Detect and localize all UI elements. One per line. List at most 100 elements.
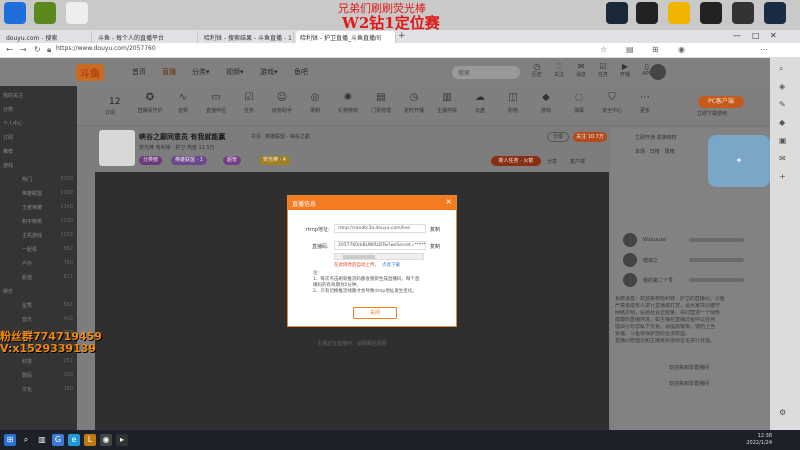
collections-icon[interactable]: ▤ [626,45,634,54]
tool-badge[interactable]: ✪ 直播间守护 [133,92,167,114]
tools-icon[interactable]: ✎ [779,100,786,109]
rtmp-field[interactable]: rtmp://sendtc3a.douyu.com/live [334,224,426,233]
tool-ticket[interactable]: ▤ 门票管理 [364,92,398,114]
share-link[interactable]: 分享 [547,158,557,165]
tool-camera[interactable]: ◎ 录制 [298,92,332,114]
tool-task[interactable]: ☑ 任务 [232,92,266,114]
clock-icon: ◷ [409,92,419,103]
tool-clock[interactable]: ◷ 定时开播 [397,92,431,114]
refresh-icon[interactable]: ↻ [34,45,41,54]
nav-category[interactable]: 分类▾ [192,67,210,77]
rank-row[interactable]: Wxxuuxe [615,232,755,248]
chat-rank-tabs[interactable]: 本场 · 日榜 · 周榜 [635,148,675,155]
tool-game[interactable]: ◆ 游戏 [529,92,563,114]
search-input[interactable]: 搜索 [452,66,520,79]
minimize-icon[interactable]: — [733,31,741,40]
notice-line: 网络文明，弘扬社会正能量，共同营造一个绿色 [615,310,721,316]
app-icon[interactable]: ◉ [100,434,112,446]
windows-start-icon[interactable]: ⊞ [4,434,16,446]
sidebar-item-label: 王者荣耀 [22,205,43,211]
user-avatar[interactable] [650,64,666,80]
taskview-icon[interactable]: ▥ [36,434,48,446]
download-link[interactable]: 点此下载 [382,263,400,268]
follow-button[interactable]: 关注 10.7万 [573,132,607,142]
room-header: 峡谷之巅同意员 有我就能赢 举报 英雄联盟 · 峡谷之巅 荧光棒 哈利钵 · 护… [95,128,609,170]
admin-badge[interactable]: 超管 [223,156,242,165]
chat-noble-line[interactable]: 立即开通 贵族特权 [635,134,677,141]
nav-game[interactable]: 游戏▾ [260,67,278,77]
nav-live[interactable]: 直播 [162,67,176,77]
sidebar-item-label: 户外 [22,261,33,267]
edge-icon[interactable]: e [68,434,80,446]
rank-row[interactable]: 我的第二个号 [615,272,755,288]
settings-icon[interactable]: ⚙ [779,408,786,417]
share-button[interactable]: 分享 [547,132,569,142]
nav-home[interactable]: 首页 [132,67,146,77]
tool-screen[interactable]: ▭ 直播伴侣 [199,92,233,114]
menu-icon[interactable]: ⋯ [760,45,768,54]
back-icon[interactable]: ← [6,45,13,54]
tool-fx[interactable]: ✺ 礼物特效 [331,92,365,114]
sidebar-item-label: 数码 [22,373,33,379]
nav-video[interactable]: 视频▾ [226,67,244,77]
category-badge[interactable]: 英雄联盟 · 1 [171,156,207,165]
system-clock[interactable]: 12:38 2022/1/24 [746,433,772,447]
room-title: 峡谷之巅同意员 有我就能赢 [139,133,226,141]
tool-bot[interactable]: ☺ 房管助手 [265,92,299,114]
rank-row[interactable]: 暗夜之 [615,252,755,268]
app-icon[interactable]: G [52,434,64,446]
newbie-task-button[interactable]: 新人任务 · 火箭 [491,156,541,166]
browser-tab[interactable]: douyu.com - 搜索 [2,31,92,43]
outlook-icon[interactable]: ✉ [779,154,786,163]
sidebar-item-label: 英雄联盟 [22,191,43,197]
close-icon[interactable]: ✕ [770,31,777,40]
message-button[interactable]: ✉ 消息 [570,62,592,78]
pc-client-button[interactable]: PC客户端 [698,96,744,108]
games-icon[interactable]: ◆ [779,118,785,127]
tool-cart[interactable]: ◫ 购物 [496,92,530,114]
add-icon[interactable]: + [779,172,786,181]
tool-shield[interactable]: ⛉ 安全中心 [595,92,629,114]
browser-tab[interactable]: 哈利钵 - 搜索结果 - 斗鱼直播 - 1 [200,31,294,43]
url-input[interactable]: https://www.douyu.com/2057760 [56,45,156,52]
search-icon[interactable]: ⌕ [20,434,32,446]
close-button[interactable]: 关闭 [353,307,397,319]
client-link[interactable]: 客户端 [570,158,585,165]
stream-code-field[interactable]: 2057760rkBUWRzDTw?wsSecret=************ [334,241,426,250]
profile-icon[interactable]: ◉ [678,45,685,54]
follow-button[interactable]: ♡ 关注 [548,62,570,78]
forward-icon[interactable]: → [20,45,27,54]
search-icon[interactable]: ⌕ [779,64,783,74]
app-icon[interactable]: ▸ [116,434,128,446]
history-button[interactable]: ◷ 历史 [526,62,548,78]
code-scrollbar[interactable] [334,253,424,260]
extensions-icon[interactable]: ⊞ [652,45,659,54]
lock-icon: 🔒︎ [47,45,52,54]
tool-cloud[interactable]: ☁ 云盘 [463,92,497,114]
glowstick-badge[interactable]: 荧光棒 · 4 [259,156,290,165]
tool-more[interactable]: ⋯ 更多 [628,92,662,114]
star-icon[interactable]: ☆ [600,45,607,54]
app-icon[interactable]: L [84,434,96,446]
copy-rtmp-button[interactable]: 复制 [430,226,440,233]
browser-tab[interactable]: 斗鱼 - 每个人的直播平台 [94,31,198,43]
room-category[interactable]: 英雄联盟 · 峡谷之巅 [265,133,310,140]
copy-code-button[interactable]: 复制 [430,243,440,250]
close-icon[interactable]: × [445,197,452,206]
tool-chat[interactable]: ◌ 弹幕 [562,92,596,114]
shopping-icon[interactable]: ◈ [779,82,785,91]
office-icon[interactable]: ▣ [779,136,787,145]
browser-side-panel: ⌕ ◈ ✎ ◆ ▣ ✉ + ⚙ [770,58,800,430]
live-button[interactable]: ▶ 开播 [614,62,636,78]
douyu-logo[interactable]: 斗鱼 [76,64,104,81]
nav-fishbar[interactable]: 鱼吧 [294,67,308,77]
task-button[interactable]: ☑ 任务 [592,62,614,78]
user-avatar [623,253,637,267]
maximize-icon[interactable]: □ [752,31,760,40]
tool-book[interactable]: ▥ 主播学院 [430,92,464,114]
scrollbar-thumb[interactable] [343,255,375,259]
tool-wave[interactable]: ∿ 音频 [166,92,200,114]
report-link[interactable]: 举报 [251,133,261,140]
rank-badge[interactable]: 分类榜 [139,156,163,165]
player-tip: 主播正在直播中，请刷新后观看 [317,341,388,347]
